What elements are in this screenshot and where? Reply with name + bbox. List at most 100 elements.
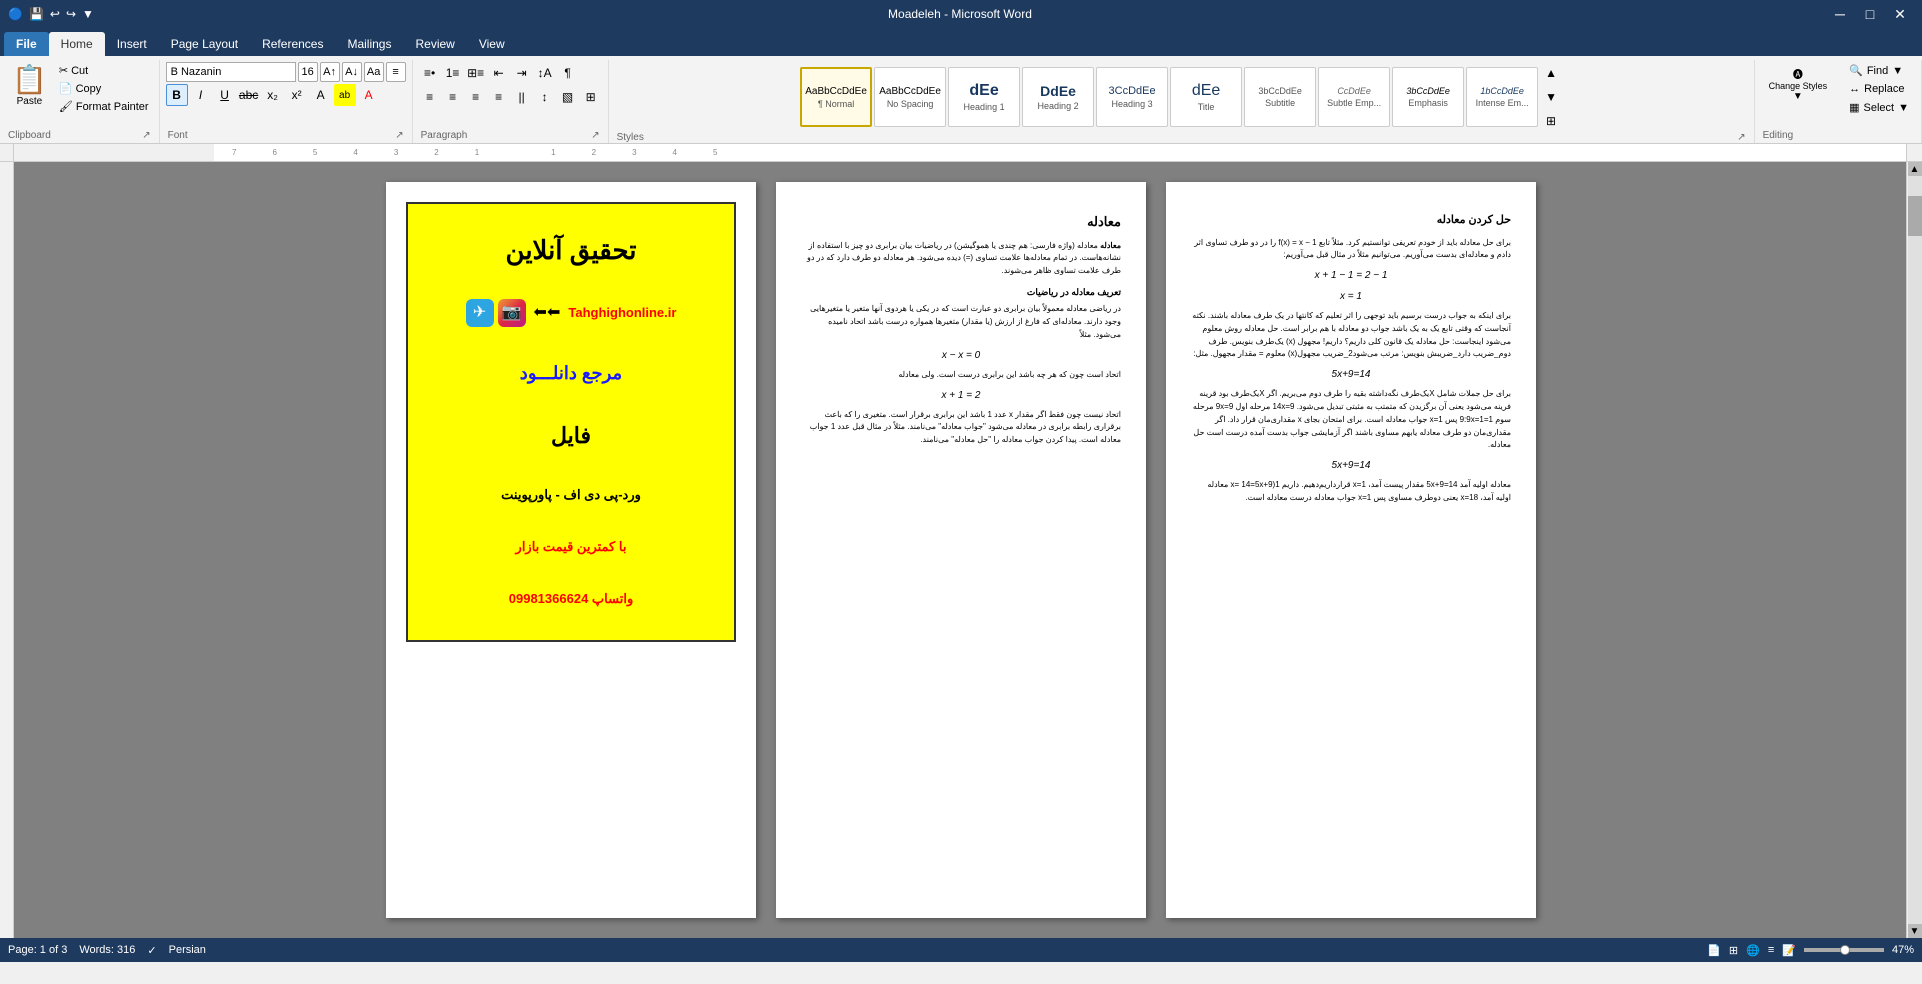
scrollbar-up-button[interactable]: ▲: [1908, 162, 1922, 176]
ribbon-group-clipboard: 📋 Paste ✂ Cut 📄 Copy 🖌 Format Painter: [0, 60, 160, 143]
page2-math2: x + 1 = 2: [801, 388, 1121, 403]
document-page-1: تحقیق آنلاین Tahghighonline.ir ⬅⬅ 📷 ✈ مر…: [386, 182, 756, 918]
align-center-button[interactable]: ≡: [442, 86, 464, 108]
tab-home[interactable]: Home: [49, 32, 105, 56]
borders-button[interactable]: ⊞: [580, 86, 602, 108]
font-size-input[interactable]: 16: [298, 62, 318, 82]
cut-button[interactable]: ✂ Cut: [55, 62, 153, 79]
copy-button[interactable]: 📄 Copy: [55, 80, 153, 97]
style-subtle-emph[interactable]: CcDdEe Subtle Emp...: [1318, 67, 1390, 127]
title-bar-left: 🔵 💾 ↩ ↪ ▼: [8, 7, 94, 21]
quick-access-undo[interactable]: ↩: [50, 7, 60, 21]
quick-access-more[interactable]: ▼: [82, 7, 94, 21]
font-color-button[interactable]: A: [358, 84, 380, 106]
page3-math3: 5x+9=14: [1191, 367, 1511, 382]
scrollbar-thumb[interactable]: [1908, 196, 1922, 236]
decrease-font-button[interactable]: A↓: [342, 62, 362, 82]
view-print-icon[interactable]: 📄: [1707, 944, 1721, 957]
italic-button[interactable]: I: [190, 84, 212, 106]
view-draft-icon[interactable]: 📝: [1782, 944, 1796, 957]
word-icon: 🔵: [8, 7, 23, 21]
line-spacing-button[interactable]: ↕: [534, 86, 556, 108]
styles-more[interactable]: ⊞: [1540, 110, 1562, 132]
document-area: تحقیق آنلاین Tahghighonline.ir ⬅⬅ 📷 ✈ مر…: [0, 162, 1922, 938]
view-outline-icon[interactable]: ≡: [1768, 944, 1774, 956]
page3-intro: برای حل معادله باید از خودم تعریفی توانس…: [1191, 237, 1511, 263]
select-button[interactable]: ▦ Select ▼: [1843, 99, 1915, 116]
increase-font-button[interactable]: A↑: [320, 62, 340, 82]
style-heading1-label: Heading 1: [964, 102, 1005, 112]
close-button[interactable]: ✕: [1886, 0, 1914, 28]
minimize-button[interactable]: ─: [1826, 0, 1854, 28]
change-styles-button[interactable]: 🅐 Change Styles ▼: [1761, 62, 1836, 106]
text-highlight-button[interactable]: ab: [334, 84, 356, 106]
subscript-button[interactable]: x₂: [262, 84, 284, 106]
tab-references[interactable]: References: [250, 32, 335, 56]
underline-button[interactable]: U: [214, 84, 236, 106]
style-normal[interactable]: AaBbCcDdEe ¶ Normal: [800, 67, 872, 127]
styles-group-label: Styles ↗: [615, 132, 1748, 143]
style-heading1[interactable]: dEe Heading 1: [948, 67, 1020, 127]
view-web-icon[interactable]: 🌐: [1746, 944, 1760, 957]
numbering-button[interactable]: 1≡: [442, 62, 464, 84]
tab-review[interactable]: Review: [403, 32, 466, 56]
style-intense-em-preview: 1bCcDdEe: [1480, 86, 1524, 96]
style-emphasis[interactable]: 3bCcDdEe Emphasis: [1392, 67, 1464, 127]
style-heading3-preview: 3CcDdEe: [1109, 85, 1156, 97]
styles-scroll-down[interactable]: ▼: [1540, 86, 1562, 108]
font-dialog-icon[interactable]: ↗: [395, 130, 403, 141]
select-arrow: ▼: [1898, 102, 1909, 114]
font-name-input[interactable]: [166, 62, 296, 82]
paste-button[interactable]: 📋 Paste: [6, 62, 53, 111]
style-no-spacing[interactable]: AaBbCcDdEe No Spacing: [874, 67, 946, 127]
vertical-scrollbar[interactable]: ▲ ▼: [1906, 162, 1922, 938]
tab-view[interactable]: View: [467, 32, 517, 56]
increase-indent-button[interactable]: ⇥: [511, 62, 533, 84]
scrollbar-down-button[interactable]: ▼: [1908, 924, 1922, 938]
strikethrough-button[interactable]: abc: [238, 84, 260, 106]
style-subtle-emph-label: Subtle Emp...: [1327, 98, 1381, 108]
tab-mailings[interactable]: Mailings: [335, 32, 403, 56]
text-effects-button[interactable]: A: [310, 84, 332, 106]
tab-file[interactable]: File: [4, 32, 49, 56]
tab-page-layout[interactable]: Page Layout: [159, 32, 250, 56]
format-painter-button[interactable]: 🖌 Format Painter: [55, 98, 153, 115]
quick-access-save[interactable]: 💾: [29, 7, 44, 21]
clipboard-controls: 📋 Paste ✂ Cut 📄 Copy 🖌 Format Painter: [6, 62, 153, 130]
bold-button[interactable]: B: [166, 84, 188, 106]
document-page-2: معادله معادله معادله (واژه فارسی: هم چند…: [776, 182, 1146, 918]
align-right-button[interactable]: ≡: [465, 86, 487, 108]
find-button[interactable]: 🔍 Find ▼: [1843, 62, 1915, 79]
superscript-button[interactable]: x²: [286, 84, 308, 106]
styles-scroll-up[interactable]: ▲: [1540, 62, 1562, 84]
zoom-slider[interactable]: [1804, 948, 1884, 952]
style-heading3[interactable]: 3CcDdEe Heading 3: [1096, 67, 1168, 127]
tab-insert[interactable]: Insert: [105, 32, 159, 56]
ribbon-group-paragraph: ≡• 1≡ ⊞≡ ⇤ ⇥ ↕A ¶ ≡ ≡ ≡ ≡ || ↕: [413, 60, 609, 143]
show-formatting-button[interactable]: ¶: [557, 62, 579, 84]
style-heading2[interactable]: DdEe Heading 2: [1022, 67, 1094, 127]
sort-button[interactable]: ↕A: [534, 62, 556, 84]
paragraph-dialog-icon[interactable]: ↗: [591, 130, 599, 141]
page1-social-icons: 📷 ✈: [466, 299, 526, 327]
view-fullscreen-icon[interactable]: ⊞: [1729, 944, 1738, 957]
style-subtle-emph-preview: CcDdEe: [1337, 86, 1371, 96]
replace-button[interactable]: ↔ Replace: [1843, 81, 1915, 97]
bullets-button[interactable]: ≡•: [419, 62, 441, 84]
multilevel-list-button[interactable]: ⊞≡: [465, 62, 487, 84]
style-title[interactable]: dEe Title: [1170, 67, 1242, 127]
columns-button[interactable]: ||: [511, 86, 533, 108]
styles-dialog-icon[interactable]: ↗: [1737, 132, 1745, 143]
maximize-button[interactable]: □: [1856, 0, 1884, 28]
page3-body4: معادله اولیه آمد 14=5x+9 مقدار پیست آمد،…: [1191, 479, 1511, 505]
quick-access-redo[interactable]: ↪: [66, 7, 76, 21]
justify-button[interactable]: ≡: [488, 86, 510, 108]
clear-format-button[interactable]: Aa: [364, 62, 384, 82]
decrease-indent-button[interactable]: ⇤: [488, 62, 510, 84]
clipboard-dialog-icon[interactable]: ↗: [142, 130, 150, 141]
style-intense-em[interactable]: 1bCcDdEe Intense Em...: [1466, 67, 1538, 127]
change-case-button[interactable]: ≡: [386, 62, 406, 82]
style-subtitle[interactable]: 3bCcDdEe Subtitle: [1244, 67, 1316, 127]
shading-button[interactable]: ▧: [557, 86, 579, 108]
align-left-button[interactable]: ≡: [419, 86, 441, 108]
